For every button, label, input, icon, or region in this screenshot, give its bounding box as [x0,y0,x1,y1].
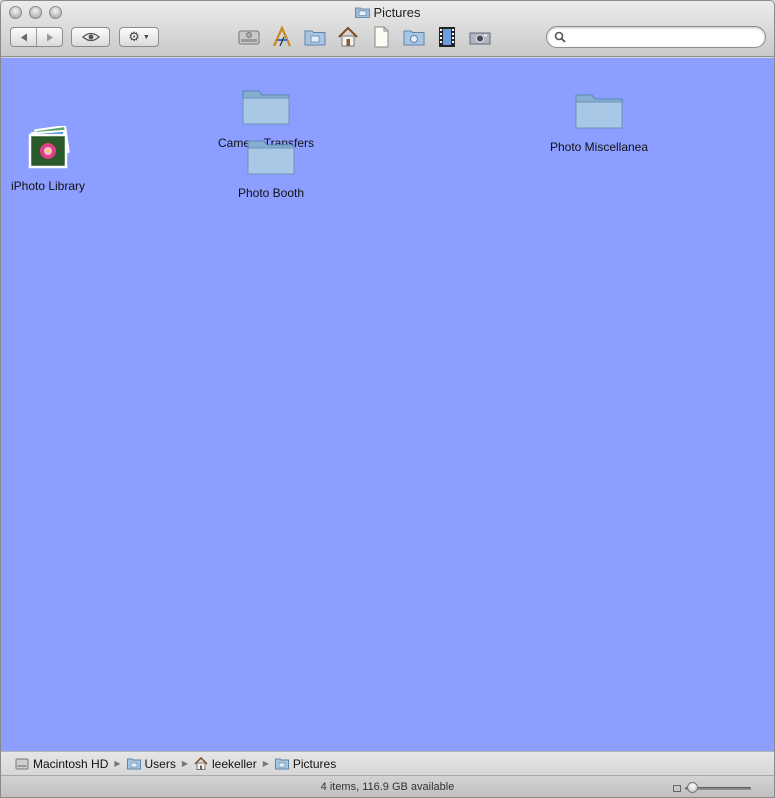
finder-window: Pictures ⚙ ▼ iPhoto Library Camera Trans… [0,0,775,798]
window-title-text: Pictures [373,5,421,20]
search-icon [554,31,566,43]
folder-icon [126,758,141,770]
icon-view[interactable]: iPhoto Library Camera Transfers Photo Bo… [1,58,774,751]
back-button[interactable] [11,28,36,46]
movies-icon[interactable] [433,23,461,51]
applications-icon[interactable] [268,23,296,51]
forward-arrow-icon [46,33,53,41]
document-icon[interactable] [367,23,395,51]
path-crumb-macintosh-hd[interactable]: Macintosh HD [15,757,108,771]
folder-icon [575,94,623,129]
quick-look-button[interactable] [71,27,110,47]
chevron-down-icon: ▼ [142,33,150,41]
forward-button[interactable] [36,28,62,46]
macintosh-hd-icon[interactable] [235,23,263,51]
pictures-folder-icon [274,758,289,770]
item-label: Photo Booth [237,186,305,200]
slider-knob[interactable] [686,782,698,793]
crumb-label: Macintosh HD [33,756,109,771]
action-menu-button[interactable]: ⚙ ▼ [119,27,159,47]
photo-booth-item[interactable]: Photo Booth [221,136,321,200]
path-crumb-pictures[interactable]: Pictures [274,756,337,771]
path-crumb-leekeller[interactable]: leekeller [194,757,257,771]
path-separator-icon: ▶ [262,759,269,768]
search-field[interactable] [546,26,766,48]
crumb-label: Users [144,756,176,771]
pictures-folder-icon [354,7,370,18]
search-input[interactable] [569,29,759,45]
pictures-folder-icon[interactable] [301,23,329,51]
public-folder-icon[interactable] [400,23,428,51]
iphoto-library-item[interactable]: iPhoto Library [7,126,89,196]
eye-icon [81,32,100,42]
item-label: iPhoto Library [10,179,86,193]
status-bar: 4 items, 116.9 GB available [1,775,774,797]
photo-miscellanea-item[interactable]: Photo Miscellanea [547,90,651,154]
home-icon [194,757,208,770]
camera-icon[interactable] [466,23,494,51]
home-icon[interactable] [334,23,362,51]
icon-size-slider[interactable] [673,782,753,794]
iphoto-library-icon [28,126,70,169]
folder-icon [247,140,295,175]
path-crumb-users[interactable]: Users [126,756,176,771]
path-separator-icon: ▶ [181,759,189,768]
gear-icon: ⚙ [128,29,140,44]
status-text: 4 items, 116.9 GB available [320,781,455,793]
title-toolbar: Pictures ⚙ ▼ [1,1,774,57]
folder-icon [242,90,290,125]
back-arrow-icon [20,33,27,41]
path-separator-icon: ▶ [114,759,121,768]
hard-drive-icon [15,758,29,770]
crumb-label: Pictures [292,756,337,771]
back-forward-group [10,27,63,47]
toolbar-shortcuts [235,23,494,51]
crumb-label: leekeller [212,756,257,771]
window-title: Pictures [1,5,774,20]
item-label: Photo Miscellanea [549,140,649,154]
path-bar: Macintosh HD ▶ Users ▶ leekeller ▶ Pictu… [1,751,774,775]
small-icon-size-icon [673,785,681,792]
